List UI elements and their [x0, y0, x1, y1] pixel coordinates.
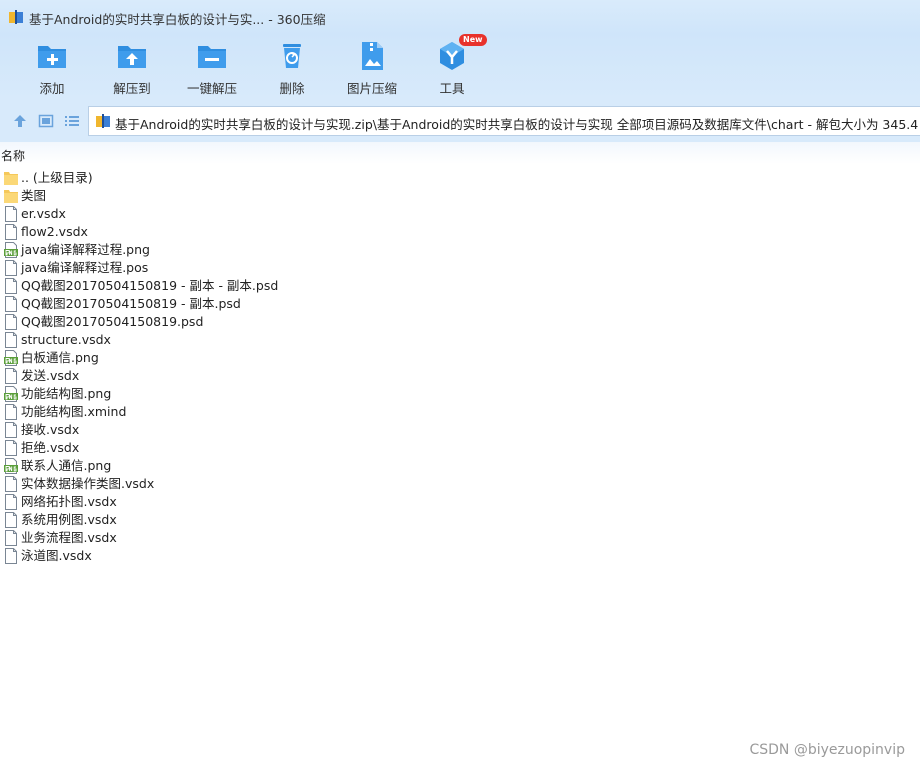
file-row[interactable]: 发送.vsdx [0, 367, 920, 385]
one-click-extract-button[interactable]: 一键解压 [172, 34, 252, 100]
file-name: java编译解释过程.pos [21, 260, 149, 275]
up-arrow-icon[interactable] [12, 113, 28, 129]
add-button[interactable]: 添加 [12, 34, 92, 100]
file-name: 泳道图.vsdx [21, 548, 92, 563]
file-row[interactable]: java编译解释过程.png [0, 241, 920, 259]
file-name: 功能结构图.xmind [21, 404, 127, 419]
toolbar: 添加 解压到 一键解压 删除 图片压缩 New 工具 [0, 34, 920, 100]
file-row[interactable]: 拒绝.vsdx [0, 439, 920, 457]
tools-button[interactable]: New 工具 [412, 34, 492, 100]
file-name: QQ截图20170504150819 - 副本.psd [21, 296, 241, 311]
add-button-label: 添加 [39, 81, 65, 96]
file-row[interactable]: 接收.vsdx [0, 421, 920, 439]
delete-button-label: 删除 [279, 81, 305, 96]
image-compress-button-label: 图片压缩 [346, 81, 397, 96]
extract-to-button[interactable]: 解压到 [92, 34, 172, 100]
file-name: QQ截图20170504150819 - 副本 - 副本.psd [21, 278, 279, 293]
delete-button[interactable]: 删除 [252, 34, 332, 100]
extract-to-button-label: 解压到 [113, 81, 151, 96]
file-icon [5, 332, 17, 348]
file-name: 白板通信.png [21, 350, 99, 365]
archive-icon [96, 114, 110, 128]
file-icon [5, 548, 17, 564]
file-icon [5, 512, 17, 528]
file-icon [5, 404, 17, 420]
file-name: 类图 [21, 188, 47, 203]
file-row[interactable]: 泳道图.vsdx [0, 547, 920, 565]
file-list-header: 名称 [0, 142, 920, 164]
address-bar-row: 基于Android的实时共享白板的设计与实现.zip\基于Android的实时共… [0, 100, 920, 142]
add-icon [38, 46, 66, 68]
file-icon [5, 314, 17, 330]
file-name: structure.vsdx [21, 332, 111, 347]
file-row[interactable]: 业务流程图.vsdx [0, 529, 920, 547]
file-row[interactable]: structure.vsdx [0, 331, 920, 349]
file-icon [5, 260, 17, 276]
folder-icon [4, 172, 18, 185]
file-row[interactable]: 功能结构图.png [0, 385, 920, 403]
file-icon [5, 296, 17, 312]
file-name: 功能结构图.png [21, 386, 112, 401]
file-name: 接收.vsdx [21, 422, 80, 437]
file-name: 业务流程图.vsdx [21, 530, 117, 545]
file-name: QQ截图20170504150819.psd [21, 314, 204, 329]
title-bar: 基于Android的实时共享白板的设计与实... - 360压缩 [0, 0, 920, 34]
file-row[interactable]: flow2.vsdx [0, 223, 920, 241]
file-name: flow2.vsdx [21, 224, 88, 239]
file-row[interactable]: 系统用例图.vsdx [0, 511, 920, 529]
file-row[interactable]: QQ截图20170504150819 - 副本.psd [0, 295, 920, 313]
delete-icon [283, 44, 301, 68]
one-click-extract-button-label: 一键解压 [186, 81, 237, 96]
png-image-icon [4, 386, 18, 402]
file-icon [5, 494, 17, 510]
app-logo-icon [9, 10, 23, 24]
file-row[interactable]: java编译解释过程.pos [0, 259, 920, 277]
file-name: 发送.vsdx [21, 368, 80, 383]
file-name: 联系人通信.png [21, 458, 112, 473]
file-name: 网络拓扑图.vsdx [21, 494, 117, 509]
one-click-extract-icon [198, 46, 226, 68]
file-icon [5, 530, 17, 546]
file-row[interactable]: QQ截图20170504150819 - 副本 - 副本.psd [0, 277, 920, 295]
file-list: .. (上级目录) 类图 er.vsdx flow2.vsdx java编译解释过程.p… [0, 169, 920, 565]
watermark: CSDN @biyezuopinvip [749, 742, 905, 758]
address-field[interactable]: 基于Android的实时共享白板的设计与实现.zip\基于Android的实时共… [88, 106, 920, 136]
file-name: .. (上级目录) [21, 170, 93, 185]
png-image-icon [4, 458, 18, 474]
file-name: 实体数据操作类图.vsdx [21, 476, 155, 491]
file-name: er.vsdx [21, 206, 66, 221]
image-compress-button[interactable]: 图片压缩 [332, 34, 412, 100]
window-title: 基于Android的实时共享白板的设计与实... - 360压缩 [29, 12, 326, 27]
folder-icon [4, 190, 18, 203]
file-row[interactable]: er.vsdx [0, 205, 920, 223]
address-path: 基于Android的实时共享白板的设计与实现.zip\基于Android的实时共… [115, 117, 920, 132]
list-view-icon[interactable] [64, 113, 80, 129]
file-name: java编译解释过程.png [21, 242, 150, 257]
file-icon [5, 368, 17, 384]
folder-row[interactable]: 类图 [0, 187, 920, 205]
file-row[interactable]: 白板通信.png [0, 349, 920, 367]
file-icon [5, 206, 17, 222]
extract-to-icon [118, 46, 146, 68]
file-name: 系统用例图.vsdx [21, 512, 117, 527]
file-icon [5, 476, 17, 492]
image-compress-icon [362, 42, 383, 70]
thumbnail-view-icon[interactable] [38, 113, 54, 129]
file-row[interactable]: 实体数据操作类图.vsdx [0, 475, 920, 493]
file-icon [5, 422, 17, 438]
file-row[interactable]: 联系人通信.png [0, 457, 920, 475]
png-image-icon [4, 242, 18, 258]
folder-row[interactable]: .. (上级目录) [0, 169, 920, 187]
new-badge: New [459, 34, 487, 46]
tools-button-label: 工具 [439, 81, 465, 96]
file-row[interactable]: 网络拓扑图.vsdx [0, 493, 920, 511]
column-header-name[interactable]: 名称 [1, 147, 25, 164]
file-icon [5, 224, 17, 240]
file-row[interactable]: QQ截图20170504150819.psd [0, 313, 920, 331]
file-name: 拒绝.vsdx [21, 440, 80, 455]
png-image-icon [4, 350, 18, 366]
file-icon [5, 278, 17, 294]
file-icon [5, 440, 17, 456]
file-row[interactable]: 功能结构图.xmind [0, 403, 920, 421]
